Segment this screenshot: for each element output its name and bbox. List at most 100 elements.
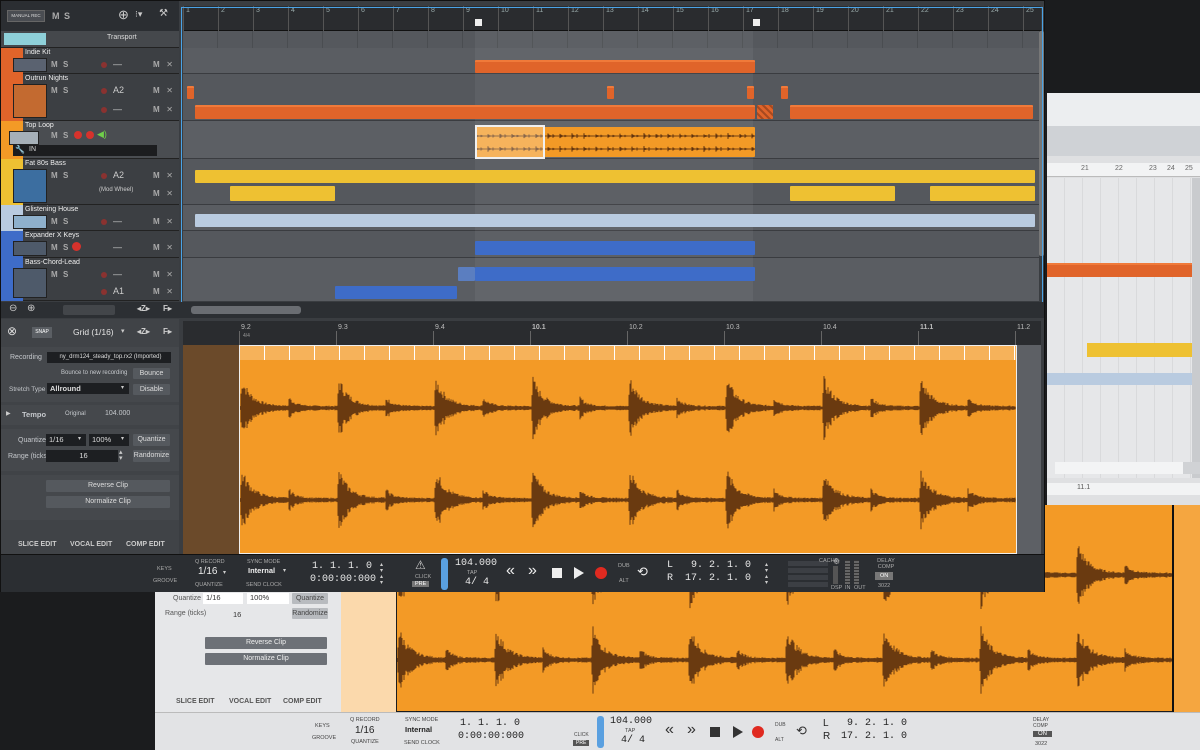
precount-button[interactable]: PRE [412,581,430,587]
bg-quantize-pct[interactable]: 100% [247,593,289,604]
tab-comp-edit[interactable]: COMP EDIT [126,541,165,548]
solo-button[interactable]: S [63,217,68,226]
grid-dropdown-icon[interactable]: ▾ [121,327,125,335]
clip-bass-chord-lead[interactable] [475,267,755,281]
solo-button[interactable]: S [63,270,68,279]
clip-mod-wheel[interactable] [930,186,1035,201]
tab-vocal-edit[interactable]: VOCAL EDIT [70,541,112,548]
mute-button[interactable]: M [153,171,160,180]
arrangement-area[interactable] [183,31,1039,301]
track-transport[interactable]: Transport [1,31,179,48]
bg-quantize-select[interactable]: 1/16 [203,593,243,604]
bounce-button[interactable]: Bounce [133,368,170,379]
stepper-icon[interactable]: ▴ ▾ ▴ ▾ [765,562,768,586]
record-arm-icon[interactable] [72,242,81,251]
bg-tab-slice[interactable]: SLICE EDIT [176,698,215,705]
track-bass-chord-lead[interactable]: Bass-Chord-Lead M S — M ✕ A1 M ✕ [1,258,179,301]
clip-outrun-nights-a2[interactable] [607,86,614,99]
bg-tab-vocal[interactable]: VOCAL EDIT [229,698,271,705]
mute-button[interactable]: M [153,105,160,114]
horizontal-scrollbar[interactable] [191,306,301,314]
snap-button[interactable]: SNAP [32,327,52,338]
mute-button[interactable]: M [51,86,58,95]
alt-button[interactable]: ALT [619,578,629,584]
mute-button[interactable]: M [51,270,58,279]
grid-select[interactable]: Grid (1/16) [73,327,114,337]
play-icon[interactable] [574,567,584,579]
clip-glistening-house[interactable] [195,214,1035,227]
global-mute-button[interactable]: M [52,11,60,21]
clip-outrun-nights-2[interactable] [195,105,755,119]
record-arm-icon[interactable] [101,107,107,113]
mute-button[interactable]: M [51,131,58,140]
wrench-icon[interactable]: ⚒ [159,8,168,19]
manual-rec-button[interactable]: MANUAL REC [7,10,45,22]
input-selector[interactable]: 🔧 IN [13,145,157,156]
mute-button[interactable]: M [153,86,160,95]
bg-play-icon[interactable] [733,726,743,738]
stepper-icon[interactable]: ▴ ▾ [119,449,123,462]
bg-rewind-icon[interactable]: « [665,721,674,739]
bg-reverse-clip-button[interactable]: Reverse Clip [205,637,327,649]
clip-outrun-nights-3[interactable] [790,105,1033,119]
track-glistening-house[interactable]: Glistening House M S — M ✕ [1,205,179,231]
record-arm-icon[interactable] [101,62,107,68]
solo-button[interactable]: S [63,60,68,69]
clip-bass-chord-lead-a1[interactable] [335,286,457,299]
mute-button[interactable]: M [153,217,160,226]
track-outrun-nights[interactable]: Outrun Nights M S A2 M ✕ — M ✕ [1,74,179,121]
zoom-z-icon[interactable]: ◂Z▸ [137,304,150,313]
reverse-clip-button[interactable]: Reverse Clip [46,480,170,492]
recording-file-field[interactable]: ny_drm124_steady_top.rx2 (Imported) [47,352,171,363]
loop-marker[interactable] [753,19,760,26]
follow-icon[interactable]: F▸ [163,327,172,336]
close-icon[interactable]: ✕ [166,217,173,226]
clip-outrun-nights-a2[interactable] [781,86,788,99]
mute-button[interactable]: M [153,287,160,296]
gear-icon[interactable]: ⚙ [833,557,840,566]
close-icon[interactable]: ✕ [166,287,173,296]
record-arm-icon[interactable] [101,272,107,278]
bg-forward-icon[interactable]: » [687,721,696,739]
editor-canvas[interactable] [183,345,1041,554]
clip-fat-80s-bass[interactable] [195,170,1035,183]
metronome-volume-slider[interactable] [441,558,448,590]
bg-dub-button[interactable]: DUB [775,722,786,728]
zoom-in-icon[interactable]: ⊕ [27,303,35,314]
mute-button[interactable]: M [153,60,160,69]
bg-normalize-clip-button[interactable]: Normalize Clip [205,653,327,665]
loop-marker[interactable] [475,19,482,26]
bg-record-icon[interactable] [752,726,764,738]
clip-outrun-nights-hatched[interactable] [757,105,773,119]
delay-comp-on-button[interactable]: ON [875,572,894,580]
monitor-icon[interactable] [74,131,82,139]
randomize-button[interactable]: Randomize [133,450,170,462]
mute-button[interactable]: M [51,243,58,252]
clip-outrun-nights-a2[interactable] [187,86,194,99]
clip-outrun-nights[interactable] [475,60,755,73]
audio-event[interactable] [239,345,1017,554]
close-icon[interactable]: ✕ [166,270,173,279]
solo-button[interactable]: S [63,171,68,180]
record-arm-icon[interactable] [86,131,94,139]
solo-button[interactable]: S [63,86,68,95]
editor-ruler[interactable]: 9.2 9.3 9.4 10.1 10.2 10.3 10.4 11.1 11.2 4/4 [183,321,1041,345]
record-arm-icon[interactable] [101,289,107,295]
bg-alt-button[interactable]: ALT [775,737,784,743]
track-indie-kit[interactable]: Indie Kit M S — M ✕ [1,48,179,74]
solo-button[interactable]: S [63,243,68,252]
tap-tempo-button[interactable]: TAP [467,570,477,576]
stop-icon[interactable] [552,568,562,578]
solo-button[interactable]: S [63,131,68,140]
track-expander-x-keys[interactable]: Expander X Keys M S — M ✕ [1,231,179,258]
bg-quantize-button[interactable]: Quantize [292,593,328,604]
clip-selection[interactable] [475,125,545,159]
close-icon[interactable]: ✕ [166,60,173,69]
clip-expander-x-keys[interactable] [475,241,755,255]
bg-volume-slider[interactable] [597,716,604,748]
bg-randomize-button[interactable]: Randomize [292,608,328,619]
mute-button[interactable]: M [153,270,160,279]
track-top-loop[interactable]: Top Loop M S ◀) 🔧 IN [1,121,179,159]
mute-button[interactable]: M [51,217,58,226]
close-icon[interactable]: ✕ [166,105,173,114]
